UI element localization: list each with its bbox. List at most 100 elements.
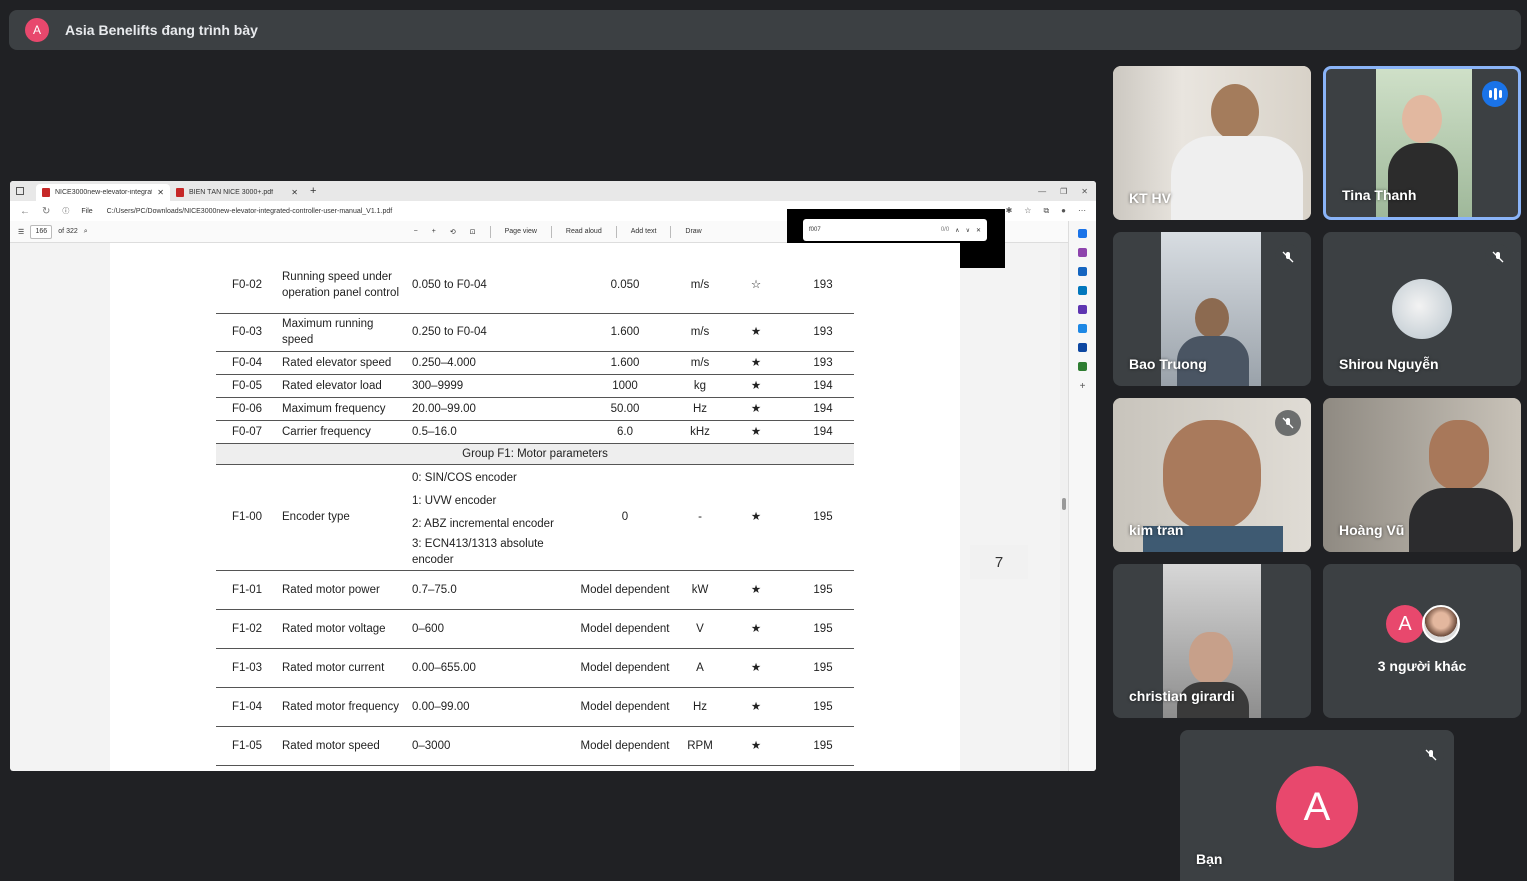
- table-cell-name: Running speed under operation panel cont…: [278, 257, 408, 314]
- table-cell-default: Model dependent: [570, 687, 680, 727]
- participant-tile-christian[interactable]: christian girardi: [1113, 564, 1311, 718]
- encoder-option: 0: SIN/COS encoder: [412, 471, 517, 484]
- table-cell-unit: V: [680, 609, 720, 649]
- search-icon[interactable]: ⌕: [84, 228, 88, 236]
- fit-icon[interactable]: ⊡: [470, 228, 476, 236]
- edge-sidebar: +: [1068, 221, 1096, 771]
- video-feed-body: [1388, 143, 1458, 217]
- table-cell-page: 195: [792, 648, 854, 688]
- search-icon[interactable]: [1078, 229, 1087, 238]
- encoder-options: 0: SIN/COS encoder 1: UVW encoder 2: ABZ i…: [408, 464, 570, 571]
- extensions-icon[interactable]: ✱: [1006, 206, 1013, 216]
- minimize-icon[interactable]: —: [1038, 187, 1046, 196]
- participant-tile-tina[interactable]: Tina Thanh: [1323, 66, 1521, 220]
- add-text-button[interactable]: Add text: [631, 228, 657, 235]
- table-cell-range: 0–3000: [408, 726, 570, 766]
- participant-tile-others[interactable]: A 3 người khác: [1323, 564, 1521, 718]
- page-number-input[interactable]: 166: [30, 224, 53, 239]
- office-icon[interactable]: [1078, 324, 1087, 333]
- table-cell-unit: RPM: [680, 726, 720, 766]
- table-cell-default: Model dependent: [570, 648, 680, 688]
- more-icon[interactable]: ⋯: [1078, 206, 1086, 216]
- table-cell-code: F1-00: [216, 464, 278, 571]
- table-cell-prop: ★: [720, 726, 792, 766]
- participant-tile-self[interactable]: A Bạn: [1180, 730, 1454, 881]
- close-tab-icon[interactable]: ✕: [291, 188, 298, 197]
- participant-tile-hoang[interactable]: Hoàng Vũ: [1323, 398, 1521, 552]
- table-cell-code: F1-05: [216, 726, 278, 766]
- page-view-button[interactable]: Page view: [505, 228, 537, 235]
- table-cell-name: Encoder type: [278, 464, 408, 571]
- table-row: F1-04 Rated motor frequency 0.00–99.00 Mode…: [216, 687, 854, 727]
- close-window-icon[interactable]: ✕: [1081, 187, 1088, 196]
- table-cell-prop: ★: [720, 648, 792, 688]
- shared-screen: NICE3000new-elevator-integrat... ✕ BIẾN …: [10, 181, 1096, 771]
- collections-icon[interactable]: ⧉: [1043, 206, 1049, 216]
- avatar: [1392, 279, 1452, 339]
- presenting-banner: A Asia Benelifts đang trình bày: [9, 10, 1521, 50]
- tab-label: NICE3000new-elevator-integrat...: [55, 189, 153, 196]
- table-cell-page: 193: [792, 257, 854, 314]
- table-row: F0-05 Rated elevator load 300–9999 1000 kg ★ 1…: [216, 374, 854, 398]
- rotate-icon[interactable]: ⟲: [450, 228, 456, 236]
- table-cell-range: 0.5–16.0: [408, 420, 570, 444]
- tab-actions-icon[interactable]: [16, 187, 24, 195]
- table-cell-prop: ★: [720, 351, 792, 375]
- chevron-down-icon[interactable]: ∨: [966, 227, 970, 234]
- profile-icon[interactable]: ●: [1061, 206, 1066, 216]
- table-row: F1-00 Encoder type 0: SIN/COS encoder 1: UV…: [216, 464, 854, 571]
- contents-icon[interactable]: ☰: [18, 228, 24, 236]
- outlook-icon[interactable]: [1078, 343, 1087, 352]
- url-field[interactable]: C:/Users/PC/Downloads/NICE3000new-elevat…: [107, 208, 393, 215]
- scrollbar[interactable]: [1060, 243, 1068, 771]
- participant-tile-kim[interactable]: kim tran: [1113, 398, 1311, 552]
- zoom-in-icon[interactable]: +: [432, 228, 436, 235]
- table-cell-default: 1.600: [570, 351, 680, 375]
- find-input[interactable]: f007: [809, 227, 935, 233]
- browser-tab-2[interactable]: BIẾN TẦN NICE 3000+.pdf ✕: [170, 184, 304, 201]
- table-cell-range: 0.00–655.00: [408, 648, 570, 688]
- tools-icon[interactable]: [1078, 286, 1087, 295]
- table-cell-prop: ★: [720, 313, 792, 352]
- table-cell-range: 0.250–4.000: [408, 351, 570, 375]
- table-cell-unit: m/s: [680, 351, 720, 375]
- people-icon[interactable]: [1078, 305, 1087, 314]
- table-cell-code: F0-06: [216, 397, 278, 421]
- tree-icon[interactable]: [1078, 362, 1087, 371]
- table-cell-prop: ★: [720, 687, 792, 727]
- table-row: F0-03 Maximum running speed 0.250 to F0-04…: [216, 313, 854, 352]
- table-cell-prop: ★: [720, 397, 792, 421]
- restore-icon[interactable]: ❐: [1060, 187, 1067, 196]
- scroll-thumb[interactable]: [1062, 498, 1066, 510]
- table-cell-code: F1-03: [216, 648, 278, 688]
- table-row: F0-02 Running speed under operation panel…: [216, 257, 854, 314]
- table-row: F1-05 Rated motor speed 0–3000 Model depend…: [216, 726, 854, 766]
- chevron-up-icon[interactable]: ∧: [955, 227, 959, 234]
- add-icon[interactable]: +: [1080, 381, 1086, 392]
- table-cell-unit: A: [680, 648, 720, 688]
- participant-name: christian girardi: [1129, 688, 1235, 704]
- participant-name: Bao Truong: [1129, 356, 1207, 372]
- new-tab-icon[interactable]: +: [310, 185, 316, 197]
- copilot-icon[interactable]: [1078, 248, 1087, 257]
- participant-tile-kt-hv[interactable]: KT HV: [1113, 66, 1311, 220]
- participant-tile-shirou[interactable]: Shirou Nguyễn: [1323, 232, 1521, 386]
- table-cell-range: 20.00–99.00: [408, 397, 570, 421]
- video-feed-face: [1429, 420, 1489, 490]
- shopping-icon[interactable]: [1078, 267, 1087, 276]
- read-aloud-button[interactable]: Read aloud: [566, 228, 602, 235]
- close-icon[interactable]: ✕: [976, 227, 981, 234]
- close-tab-icon[interactable]: ✕: [157, 188, 164, 197]
- refresh-icon[interactable]: ↻: [42, 206, 50, 217]
- browser-tab-1[interactable]: NICE3000new-elevator-integrat... ✕: [36, 184, 170, 201]
- back-icon[interactable]: ←: [20, 206, 30, 217]
- participant-name: KT HV: [1129, 190, 1171, 206]
- participant-tile-bao[interactable]: Bao Truong: [1113, 232, 1311, 386]
- table-cell-name: Carrier frequency: [278, 420, 408, 444]
- table-cell-page: 193: [792, 351, 854, 375]
- video-feed-body: [1409, 488, 1513, 552]
- favorites-icon[interactable]: ☆: [1024, 206, 1031, 216]
- draw-button[interactable]: Draw: [685, 228, 701, 235]
- speaking-indicator-icon: [1482, 81, 1508, 107]
- zoom-out-icon[interactable]: −: [414, 228, 418, 235]
